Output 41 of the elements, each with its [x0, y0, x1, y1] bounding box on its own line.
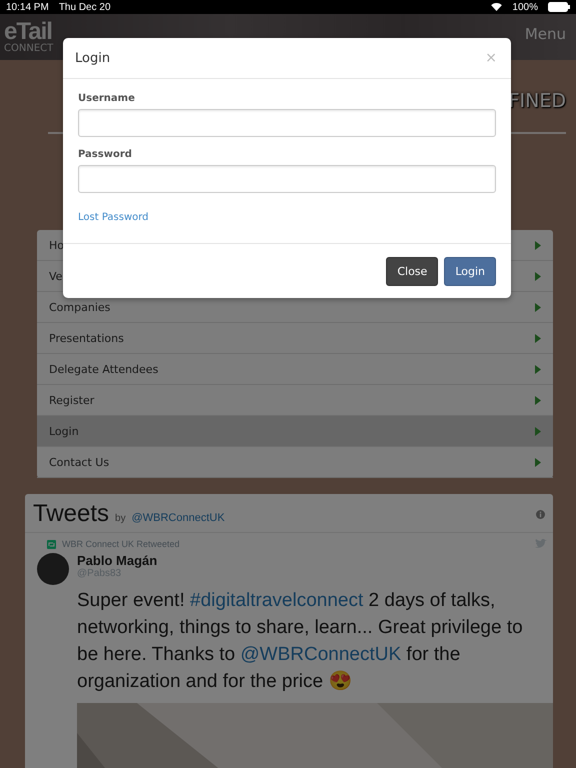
- retweet-icon: [47, 540, 56, 548]
- chevron-icon: [535, 272, 541, 280]
- dialog-title: Login: [75, 50, 110, 66]
- menu-button[interactable]: Menu: [524, 25, 566, 43]
- lost-password-link[interactable]: Lost Password: [78, 212, 149, 223]
- bird-icon: [535, 539, 547, 549]
- chevron-icon: [535, 364, 541, 374]
- tweet-link[interactable]: #digitaltravelconnect: [190, 590, 364, 611]
- close-button[interactable]: Close: [386, 256, 438, 286]
- info-icon[interactable]: [536, 510, 545, 518]
- nav-item[interactable]: Delegate Attendees: [37, 354, 553, 385]
- chevron-icon: [535, 396, 541, 404]
- by-label: by: [115, 513, 126, 524]
- author-name: Pablo Magán: [77, 553, 158, 568]
- wifi-icon: [491, 3, 502, 11]
- status-date: Thu Dec 20: [58, 2, 111, 12]
- chevron-icon: [535, 240, 541, 250]
- tweet-text: Super event! #digitaltravelconnect 2 days of talks, networking, things to share, learn... Great privilege to be here. Thanks to @WBRConnectUK for the organization and for the price 😍: [77, 589, 524, 694]
- handle-link[interactable]: @WBRConnectUK: [132, 512, 225, 524]
- status-time: 10:14 PM: [6, 2, 49, 12]
- nav-item[interactable]: Contact Us: [37, 447, 553, 478]
- chevron-icon: [535, 334, 541, 342]
- avatar: [37, 553, 69, 585]
- battery-icon: [548, 2, 570, 12]
- logo-text: eTail: [4, 20, 52, 44]
- chevron-icon: [535, 426, 541, 436]
- tweets-title: Tweets: [33, 500, 110, 528]
- field-label: Username: [78, 93, 136, 104]
- login-button[interactable]: Login: [444, 256, 496, 286]
- input-field[interactable]: [78, 165, 496, 193]
- chevron-icon: [535, 302, 541, 312]
- page-heading: FINED: [508, 90, 566, 112]
- logo-subtext: CONNECT: [4, 44, 54, 54]
- nav-item[interactable]: Login: [37, 416, 553, 447]
- tweet-link[interactable]: @WBRConnectUK: [240, 644, 402, 665]
- field-label: Password: [78, 149, 133, 160]
- nav-item[interactable]: Presentations: [37, 323, 553, 354]
- chevron-icon: [535, 458, 541, 466]
- battery-percent: 100%: [512, 2, 538, 12]
- input-field[interactable]: [78, 109, 496, 137]
- retweeted-label: WBR Connect UK Retweeted: [62, 539, 180, 549]
